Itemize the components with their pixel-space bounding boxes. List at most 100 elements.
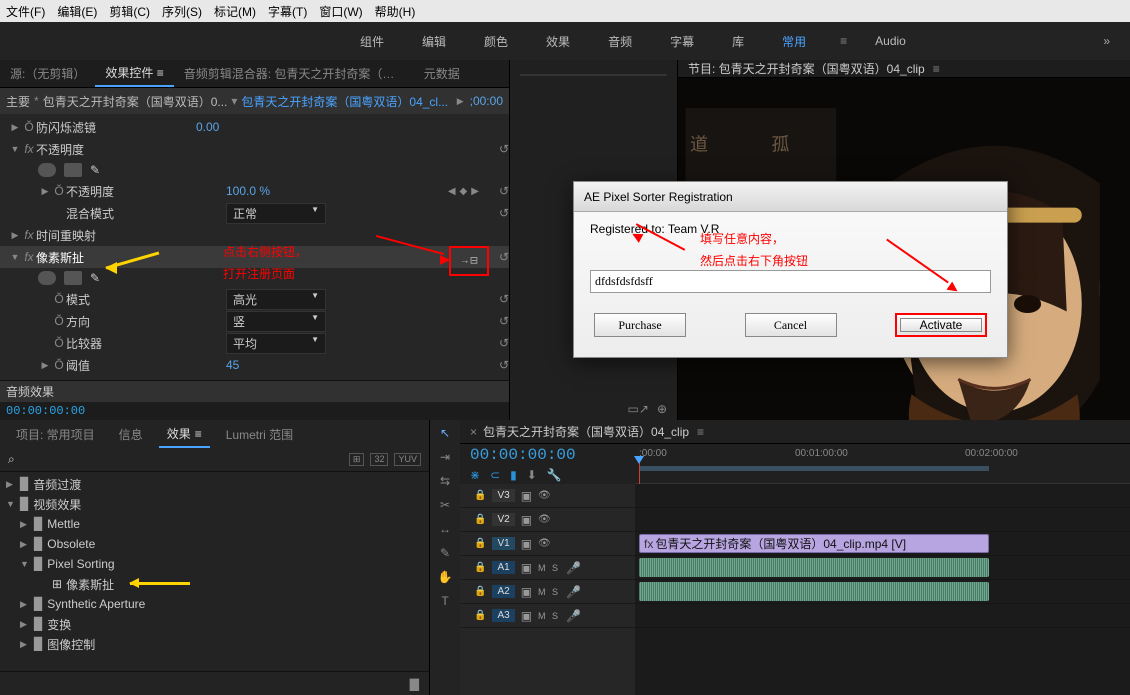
stopwatch-icon[interactable]: Ŏ xyxy=(52,314,66,328)
wrench-icon[interactable]: 🔧 xyxy=(547,468,562,482)
menu-edit[interactable]: 编辑(E) xyxy=(57,3,97,20)
toggle-output-icon[interactable]: ▣ xyxy=(521,513,532,527)
fx-icon[interactable]: fx xyxy=(22,250,36,264)
menu-sequence[interactable]: 序列(S) xyxy=(162,3,202,20)
ws-overflow[interactable]: » xyxy=(1103,34,1110,48)
toggle-icon[interactable]: ▶ xyxy=(38,186,52,197)
tab-metadata[interactable]: 元数据 xyxy=(414,61,470,86)
audio-clip-a1[interactable] xyxy=(639,558,989,577)
reset-icon[interactable]: ↺ xyxy=(499,358,509,372)
tree-item[interactable]: Obsolete xyxy=(47,537,95,551)
32bit-badge-icon[interactable]: 32 xyxy=(370,453,388,466)
selection-tool-icon[interactable]: ↖ xyxy=(440,426,450,440)
toggle-icon[interactable]: ▶ xyxy=(8,230,22,241)
register-dialog-icon[interactable]: →⊟ xyxy=(460,256,478,267)
chevron-right-icon[interactable]: ▶ xyxy=(20,599,30,610)
voiceover-icon[interactable]: 🎤 xyxy=(566,585,581,599)
tab-info[interactable]: 信息 xyxy=(111,422,151,447)
ec-direction-select[interactable]: 竖▼ xyxy=(226,311,326,332)
marker-icon[interactable]: ▮ xyxy=(510,468,517,482)
tab-audio-mixer[interactable]: 音频剪辑混合器: 包青天之开封奇案（国粤双语）04_clip xyxy=(174,61,414,86)
stopwatch-icon[interactable]: Ŏ xyxy=(22,120,36,134)
next-key-icon[interactable]: ▶ xyxy=(471,186,479,197)
lock-icon[interactable]: 🔒 xyxy=(474,490,486,501)
ws-tab-edit[interactable]: 编辑 xyxy=(412,27,456,56)
toggle-output-icon[interactable]: ▣ xyxy=(521,489,532,503)
track-target-v1[interactable]: V1 xyxy=(492,537,514,550)
audio-effects-header[interactable]: 音频效果 xyxy=(0,380,509,402)
program-tab[interactable]: 节目: 包青天之开封奇案（国粤双语）04_clip≡ xyxy=(678,60,1130,78)
ws-tab-audio[interactable]: 音频 xyxy=(598,27,642,56)
track-select-tool-icon[interactable]: ⇥ xyxy=(440,450,450,464)
tree-item-pixelsort[interactable]: 像素斯扯 xyxy=(66,576,114,593)
tab-effect-controls[interactable]: 效果控件 ≡ xyxy=(95,60,173,87)
ec-mode-select[interactable]: 高光▼ xyxy=(226,289,326,310)
source-scrubber[interactable] xyxy=(520,74,667,76)
insert-icon[interactable]: ⊕ xyxy=(657,402,667,416)
reset-icon[interactable]: ↺ xyxy=(499,250,509,264)
toggle-output-icon[interactable]: ▣ xyxy=(521,561,532,575)
hand-tool-icon[interactable]: ✋ xyxy=(438,570,453,584)
menu-file[interactable]: 文件(F) xyxy=(6,3,45,20)
reset-icon[interactable]: ↺ xyxy=(499,206,509,220)
stopwatch-icon[interactable]: Ŏ xyxy=(52,184,66,198)
prev-key-icon[interactable]: ◀ xyxy=(448,186,456,197)
breadcrumb-play-icon[interactable]: ▶ xyxy=(457,96,464,107)
crumb-seq[interactable]: 包青天之开封奇案（国粤双语）04_cl... xyxy=(241,93,448,110)
timeline-tab[interactable]: × 包青天之开封奇案（国粤双语）04_clip≡ xyxy=(460,420,1130,444)
close-icon[interactable]: × xyxy=(470,425,477,439)
dialog-title[interactable]: AE Pixel Sorter Registration xyxy=(574,182,1007,212)
video-clip[interactable]: fx包青天之开封奇案（国粤双语）04_clip.mp4 [V] xyxy=(639,534,989,553)
tree-item[interactable]: Mettle xyxy=(47,517,80,531)
reset-icon[interactable]: ↺ xyxy=(499,292,509,306)
yuv-badge-icon[interactable]: YUV xyxy=(394,453,421,466)
accel-badge-icon[interactable]: ⊞ xyxy=(349,453,365,466)
tree-item[interactable]: 视频效果 xyxy=(33,496,81,513)
pen-tool-icon[interactable]: ✎ xyxy=(440,546,450,560)
mute-solo[interactable]: M S xyxy=(538,611,560,621)
tab-source[interactable]: 源:（无剪辑） xyxy=(0,61,95,86)
audio-clip-a2[interactable] xyxy=(639,582,989,601)
reset-icon[interactable]: ↺ xyxy=(499,314,509,328)
fx-icon[interactable]: fx xyxy=(22,142,36,156)
purchase-button[interactable]: Purchase xyxy=(594,313,686,337)
menu-window[interactable]: 窗口(W) xyxy=(319,3,362,20)
ripple-tool-icon[interactable]: ⇆ xyxy=(440,474,450,488)
in-out-range[interactable] xyxy=(639,466,989,471)
tab-lumetri[interactable]: Lumetri 范围 xyxy=(218,422,301,447)
activate-button[interactable]: Activate xyxy=(900,318,982,332)
stopwatch-icon[interactable]: Ŏ xyxy=(52,358,66,372)
chevron-down-icon[interactable]: ▼ xyxy=(6,499,16,509)
ellipse-mask-icon[interactable] xyxy=(38,163,56,177)
toggle-output-icon[interactable]: ▣ xyxy=(521,585,532,599)
ws-tab-audio2[interactable]: Audio xyxy=(865,28,916,54)
stopwatch-icon[interactable]: Ŏ xyxy=(52,292,66,306)
lock-icon[interactable]: 🔒 xyxy=(474,562,486,573)
toggle-icon[interactable]: ▼ xyxy=(8,252,22,262)
new-bin-icon[interactable]: ▇ xyxy=(410,677,419,691)
ws-tab-library[interactable]: 库 xyxy=(722,27,754,56)
rect-mask-icon[interactable] xyxy=(64,271,82,285)
voiceover-icon[interactable]: 🎤 xyxy=(566,609,581,623)
toggle-icon[interactable]: ▶ xyxy=(38,360,52,371)
tree-item[interactable]: 图像控制 xyxy=(47,636,95,653)
ec-comparator-select[interactable]: 平均▼ xyxy=(226,333,326,354)
eye-icon[interactable]: 👁 xyxy=(538,490,551,501)
toggle-icon[interactable]: ▼ xyxy=(8,144,22,154)
settings-icon[interactable]: ⬇ xyxy=(527,468,537,482)
menu-clip[interactable]: 剪辑(C) xyxy=(109,3,150,20)
reset-icon[interactable]: ↺ xyxy=(499,336,509,350)
ws-tab-captions[interactable]: 字幕 xyxy=(660,27,704,56)
chevron-right-icon[interactable]: ▶ xyxy=(20,639,30,650)
menu-help[interactable]: 帮助(H) xyxy=(375,3,416,20)
ec-opacity-value[interactable]: 100.0 % xyxy=(226,184,346,198)
crumb-clip[interactable]: 包青天之开封奇案（国粤双语）0... xyxy=(43,93,228,110)
snap-icon[interactable]: ⋇ xyxy=(470,468,480,482)
stopwatch-icon[interactable]: Ŏ xyxy=(52,336,66,350)
reset-icon[interactable]: ↺ xyxy=(499,184,509,198)
eye-icon[interactable]: 👁 xyxy=(538,514,551,525)
tree-item[interactable]: 变换 xyxy=(47,616,71,633)
lock-icon[interactable]: 🔒 xyxy=(474,538,486,549)
linked-sel-icon[interactable]: ⊂ xyxy=(490,468,500,482)
ec-antiflicker-value[interactable]: 0.00 xyxy=(196,120,316,134)
